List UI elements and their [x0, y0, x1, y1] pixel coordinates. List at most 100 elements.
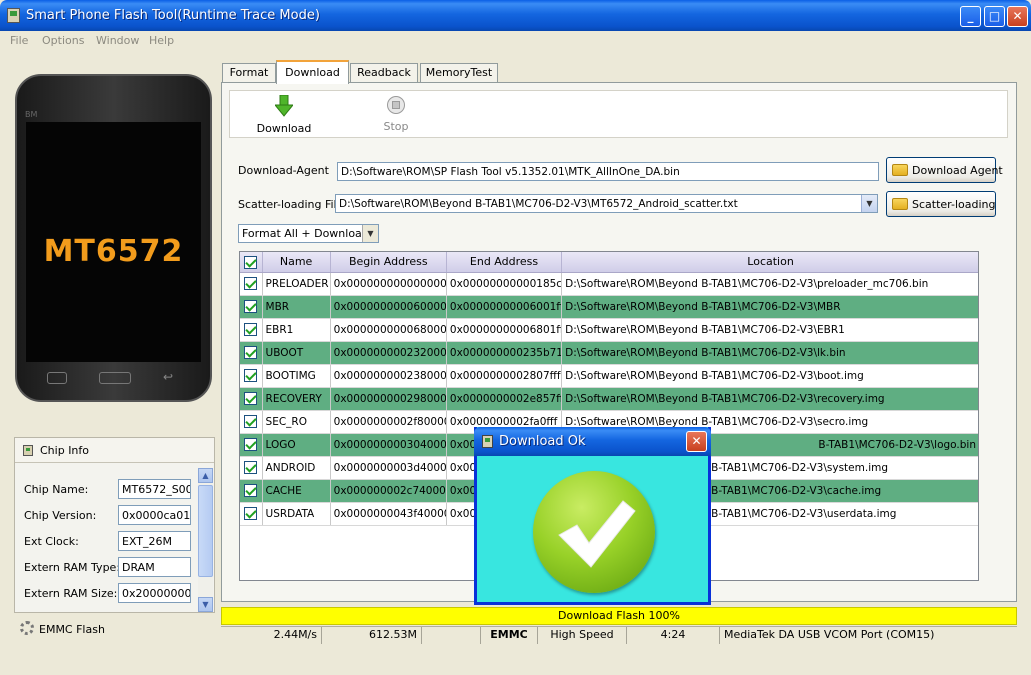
chip-info-title: Chip Info: [40, 444, 90, 457]
emmc-flash-panel[interactable]: EMMC Flash: [14, 617, 215, 641]
row-checkbox[interactable]: [240, 502, 263, 526]
table-row[interactable]: BOOTIMG 0x0000000002380000 0x00000000028…: [240, 364, 978, 388]
table-row[interactable]: UBOOT 0x0000000002320000 0x000000000235b…: [240, 341, 978, 365]
end-address: 0x00000000006801ff: [446, 318, 563, 342]
tab-readback[interactable]: Readback: [350, 63, 418, 83]
scroll-down-icon[interactable]: ▼: [198, 597, 213, 612]
ram-type-label: Extern RAM Type:: [24, 561, 121, 574]
dialog-title-bar[interactable]: Download Ok ✕: [474, 427, 711, 456]
gear-icon: [20, 621, 34, 635]
chevron-down-icon[interactable]: ▼: [362, 225, 378, 242]
chevron-down-icon[interactable]: ▼: [861, 195, 877, 212]
table-row[interactable]: RECOVERY 0x0000000002980000 0x0000000002…: [240, 387, 978, 411]
checkbox-icon: [244, 392, 258, 405]
location[interactable]: D:\Software\ROM\Beyond B-TAB1\MC706-D2-V…: [561, 272, 978, 296]
download-ok-dialog: Download Ok ✕: [474, 427, 711, 605]
location[interactable]: D:\Software\ROM\Beyond B-TAB1\MC706-D2-V…: [561, 364, 978, 388]
column-header[interactable]: Begin Address: [330, 252, 447, 273]
progress-text: Download Flash 100%: [558, 609, 680, 622]
checkbox-icon: [244, 255, 258, 269]
row-checkbox[interactable]: [240, 456, 263, 480]
chip-version-value[interactable]: 0x0000ca01: [118, 505, 191, 525]
tab-memorytest[interactable]: MemoryTest: [420, 63, 498, 83]
partition-name: USRDATA: [262, 502, 331, 526]
begin-address: 0x0000000002f80000: [330, 410, 447, 434]
row-checkbox[interactable]: [240, 364, 263, 388]
chip-name-value[interactable]: MT6572_S00: [118, 479, 191, 499]
minimize-icon: _: [967, 9, 974, 23]
download-agent-label: Download-Agent: [238, 164, 329, 177]
status-time: 4:24: [627, 627, 720, 644]
download-button[interactable]: Download: [256, 94, 312, 135]
partition-name: UBOOT: [262, 341, 331, 365]
begin-address: 0x0000000000000000: [330, 272, 447, 296]
status-speed: 2.44M/s: [221, 627, 322, 644]
row-checkbox[interactable]: [240, 433, 263, 457]
chip-version-label: Chip Version:: [24, 509, 97, 522]
location[interactable]: D:\Software\ROM\Beyond B-TAB1\MC706-D2-V…: [561, 318, 978, 342]
ext-clock-value[interactable]: EXT_26M: [118, 531, 191, 551]
title-bar: Smart Phone Flash Tool(Runtime Trace Mod…: [0, 0, 1031, 31]
ram-size-label: Extern RAM Size:: [24, 587, 118, 600]
column-header[interactable]: End Address: [446, 252, 563, 273]
close-button[interactable]: ✕: [1007, 6, 1028, 27]
partition-name: RECOVERY: [262, 387, 331, 411]
ram-size-value[interactable]: 0x20000000: [118, 583, 191, 603]
chip-info-scrollbar[interactable]: ▲ ▼: [198, 468, 213, 612]
select-all-checkbox[interactable]: [240, 252, 263, 273]
ram-type-value[interactable]: DRAM: [118, 557, 191, 577]
table-row[interactable]: PRELOADER 0x0000000000000000 0x000000000…: [240, 272, 978, 296]
menu-window[interactable]: Window: [96, 34, 139, 47]
column-header[interactable]: Location: [561, 252, 978, 273]
menu-help[interactable]: Help: [149, 34, 174, 47]
download-agent-input[interactable]: D:\Software\ROM\SP Flash Tool v5.1352.01…: [337, 162, 879, 181]
row-checkbox[interactable]: [240, 272, 263, 296]
checkbox-icon: [244, 415, 258, 428]
app-icon: [482, 435, 493, 448]
flash-mode-select[interactable]: Format All + Download ▼: [238, 224, 379, 243]
row-checkbox[interactable]: [240, 387, 263, 411]
partition-name: CACHE: [262, 479, 331, 503]
location[interactable]: D:\Software\ROM\Beyond B-TAB1\MC706-D2-V…: [561, 387, 978, 411]
checkbox-icon: [244, 438, 258, 451]
end-address: 0x000000000235b71f: [446, 341, 563, 365]
stop-button[interactable]: Stop: [374, 95, 418, 133]
end-address: 0x00000000000185cf: [446, 272, 563, 296]
table-row[interactable]: EBR1 0x0000000000680000 0x00000000006801…: [240, 318, 978, 342]
minimize-button[interactable]: _: [960, 6, 981, 27]
menu-options[interactable]: Options: [42, 34, 84, 47]
row-checkbox[interactable]: [240, 318, 263, 342]
row-checkbox[interactable]: [240, 295, 263, 319]
status-bar: 2.44M/s 612.53M EMMC High Speed 4:24 Med…: [221, 626, 1017, 644]
location[interactable]: D:\Software\ROM\Beyond B-TAB1\MC706-D2-V…: [561, 341, 978, 365]
scatter-loading-button[interactable]: Scatter-loading: [886, 191, 996, 217]
success-check-icon: [533, 471, 655, 593]
row-checkbox[interactable]: [240, 410, 263, 434]
row-checkbox[interactable]: [240, 479, 263, 503]
location[interactable]: D:\Software\ROM\Beyond B-TAB1\MC706-D2-V…: [561, 295, 978, 319]
phone-brand: BM: [25, 110, 38, 119]
menu-file[interactable]: File: [10, 34, 28, 47]
phone-image: BM MT6572 ↩: [15, 74, 212, 402]
dialog-close-button[interactable]: ✕: [686, 431, 707, 452]
scatter-file-label: Scatter-loading File: [238, 198, 344, 211]
tab-format[interactable]: Format: [222, 63, 276, 83]
column-header[interactable]: Name: [262, 252, 331, 273]
download-agent-button[interactable]: Download Agent: [886, 157, 1003, 183]
scroll-thumb[interactable]: [198, 485, 213, 577]
row-checkbox[interactable]: [240, 341, 263, 365]
end-address: 0x0000000002e857ff: [446, 387, 563, 411]
scroll-up-icon[interactable]: ▲: [198, 468, 213, 483]
home-key-icon: [99, 372, 131, 384]
scatter-file-input[interactable]: D:\Software\ROM\Beyond B-TAB1\MC706-D2-V…: [335, 194, 878, 213]
begin-address: 0x0000000002980000: [330, 387, 447, 411]
tab-download[interactable]: Download: [276, 60, 349, 84]
checkbox-icon: [244, 484, 258, 497]
begin-address: 0x0000000043f40000: [330, 502, 447, 526]
checkbox-icon: [244, 277, 258, 290]
maximize-button[interactable]: □: [984, 6, 1005, 27]
chip-name-label: Chip Name:: [24, 483, 89, 496]
chip-info-header[interactable]: Chip Info: [15, 438, 214, 463]
partition-name: SEC_RO: [262, 410, 331, 434]
table-row[interactable]: MBR 0x0000000000600000 0x00000000006001f…: [240, 295, 978, 319]
